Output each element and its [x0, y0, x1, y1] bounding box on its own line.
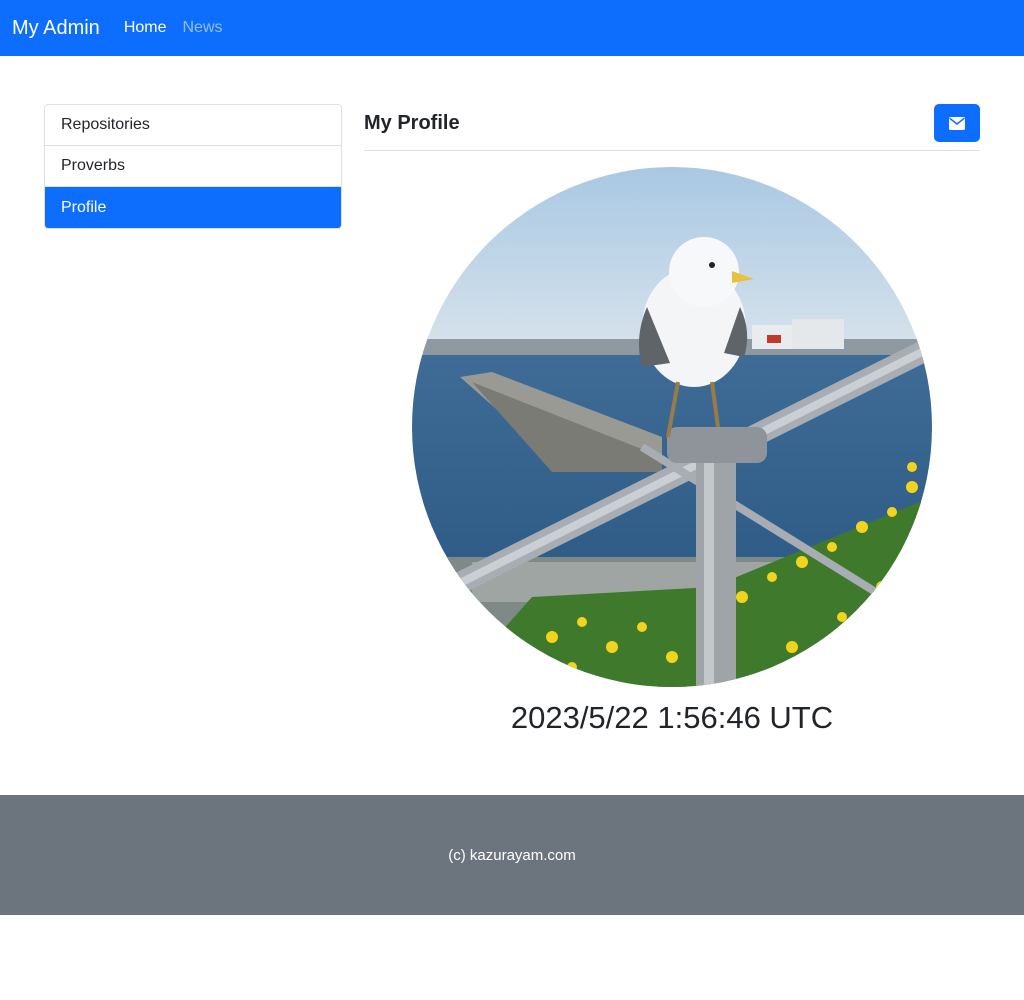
nav-link-home[interactable]: Home [124, 19, 167, 37]
top-navbar: My Admin Home News [0, 0, 1024, 56]
mail-button[interactable] [934, 104, 980, 142]
sidebar-item-repositories[interactable]: Repositories [45, 105, 341, 146]
sidebar-item-proverbs[interactable]: Proverbs [45, 146, 341, 187]
profile-timestamp: 2023/5/22 1:56:46 UTC [510, 700, 834, 735]
footer: (c) kazurayam.com [0, 795, 1024, 915]
profile-header: My Profile [364, 104, 980, 151]
page-title: My Profile [364, 112, 460, 134]
brand-link[interactable]: My Admin [12, 17, 100, 40]
envelope-icon [949, 116, 965, 130]
footer-copyright: (c) kazurayam.com [448, 846, 576, 864]
nav-link-news[interactable]: News [183, 19, 223, 37]
sidebar-menu: Repositories Proverbs Profile [44, 104, 342, 229]
profile-avatar [412, 167, 932, 687]
seagull-photo [412, 167, 932, 687]
sidebar-item-profile[interactable]: Profile [45, 187, 341, 228]
